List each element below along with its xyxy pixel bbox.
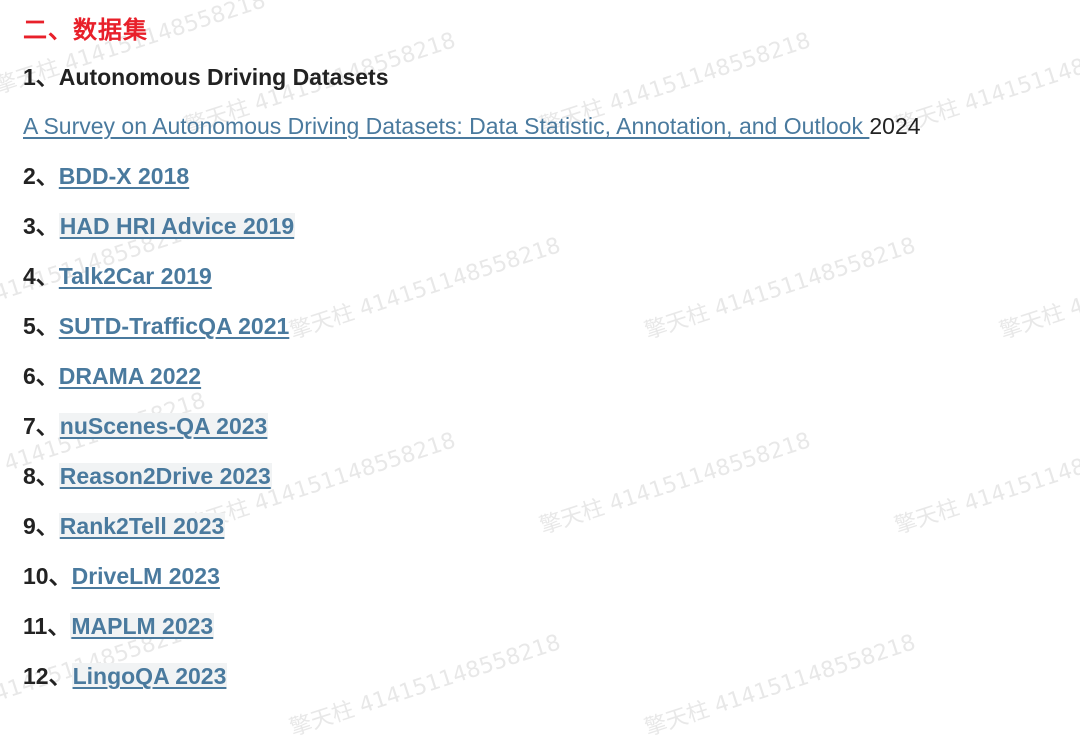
item-number: 12: [23, 663, 49, 689]
item-separator: 、: [35, 65, 59, 91]
item-number: 8: [23, 463, 36, 489]
item-number: 1: [23, 64, 36, 90]
watermark: 擎天柱 414151148558218: [996, 233, 1080, 345]
dataset-link-drivelm[interactable]: DriveLM 2023: [72, 563, 220, 589]
item-number: 11: [23, 613, 48, 639]
list-item: 7、nuScenes-QA 2023: [23, 411, 269, 442]
item-separator: 、: [35, 264, 59, 290]
watermark: 擎天柱 414151148558218: [891, 428, 1080, 540]
list-item: 1、Autonomous Driving Datasets: [23, 62, 389, 93]
item-number: 2: [23, 163, 36, 189]
list-item: 10、DriveLM 2023: [23, 561, 220, 592]
item-number: 5: [23, 313, 36, 339]
list-item: 4、Talk2Car 2019: [23, 261, 212, 292]
list-item: 12、LingoQA 2023: [23, 661, 228, 692]
watermark: 擎天柱 414151148558218: [536, 428, 814, 540]
item-separator: 、: [35, 464, 59, 490]
survey-link[interactable]: A Survey on Autonomous Driving Datasets:…: [23, 113, 869, 139]
item-number: 10: [23, 563, 49, 589]
dataset-link-nuscenes-qa[interactable]: nuScenes-QA 2023: [58, 413, 269, 439]
dataset-link-drama[interactable]: DRAMA 2022: [59, 363, 201, 389]
list-item: 3、HAD HRI Advice 2019: [23, 211, 296, 242]
item-number: 3: [23, 213, 36, 239]
watermark: 擎天柱 414151148558218: [286, 233, 564, 345]
dataset-link-reason2drive[interactable]: Reason2Drive 2023: [58, 463, 272, 489]
list-item: 8、Reason2Drive 2023: [23, 461, 272, 492]
item-separator: 、: [48, 664, 72, 690]
item-separator: 、: [35, 164, 59, 190]
item-separator: 、: [35, 514, 59, 540]
item-number: 9: [23, 513, 36, 539]
watermark: 擎天柱 414151148558218: [641, 630, 919, 742]
item-separator: 、: [48, 564, 72, 590]
item-separator: 、: [35, 214, 59, 240]
dataset-link-sutd-trafficqa[interactable]: SUTD-TrafficQA 2021: [59, 313, 290, 339]
item-separator: 、: [35, 414, 59, 440]
dataset-link-talk2car[interactable]: Talk2Car 2019: [59, 263, 212, 289]
list-item: 9、Rank2Tell 2023: [23, 511, 226, 542]
item-number: 6: [23, 363, 36, 389]
item-separator: 、: [47, 614, 71, 640]
dataset-link-bdd-x[interactable]: BDD-X 2018: [59, 163, 189, 189]
list-item: 6、DRAMA 2022: [23, 361, 201, 392]
list-item: 2、BDD-X 2018: [23, 161, 189, 192]
dataset-link-maplm[interactable]: MAPLM 2023: [70, 613, 215, 639]
item-separator: 、: [35, 314, 59, 340]
watermark: 擎天柱 414151148558218: [641, 233, 919, 345]
dataset-link-rank2tell[interactable]: Rank2Tell 2023: [58, 513, 226, 539]
item-number: 7: [23, 413, 36, 439]
item-heading: Autonomous Driving Datasets: [58, 64, 389, 90]
survey-year: 2024: [869, 113, 921, 139]
page: 擎天柱 414151148558218 擎天柱 414151148558218 …: [0, 0, 1080, 741]
list-item: 5、SUTD-TrafficQA 2021: [23, 311, 289, 342]
section-title: 二、数据集: [23, 16, 148, 44]
list-item: 11、MAPLM 2023: [23, 611, 215, 642]
dataset-link-had-hri-advice[interactable]: HAD HRI Advice 2019: [58, 213, 296, 239]
item-number: 4: [23, 263, 36, 289]
item-separator: 、: [35, 364, 59, 390]
watermark: 擎天柱 414151148558218: [286, 630, 564, 742]
dataset-link-lingoqa[interactable]: LingoQA 2023: [71, 663, 228, 689]
survey-line: A Survey on Autonomous Driving Datasets:…: [23, 111, 921, 141]
